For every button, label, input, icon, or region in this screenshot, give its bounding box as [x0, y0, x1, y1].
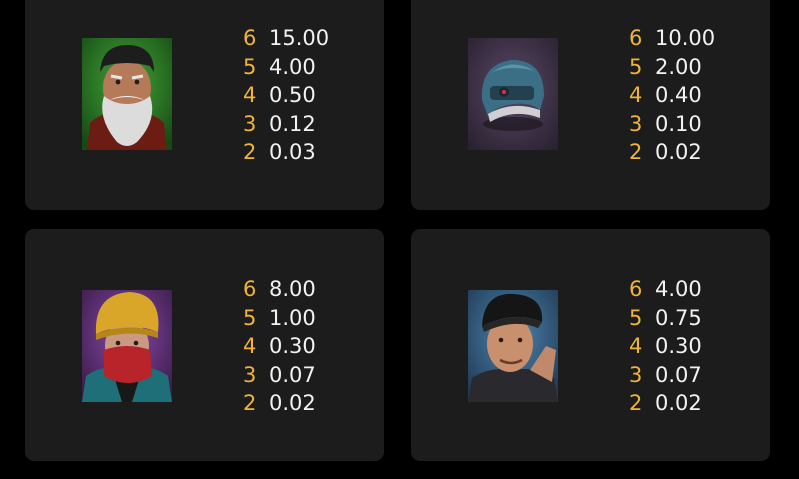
- symbol-count: 5: [629, 305, 643, 330]
- combat-helmet-icon: [468, 38, 558, 150]
- paytable-row: 3 0.07: [243, 361, 383, 390]
- symbol-count: 6: [629, 277, 643, 301]
- paytable-row: 6 8.00: [243, 275, 383, 304]
- paytable-row: 6 15.00: [243, 24, 383, 53]
- symbol-count: 2: [629, 140, 643, 164]
- paytable-row: 2 0.02: [629, 389, 769, 418]
- bearded-old-man-portrait-icon: [82, 38, 172, 150]
- paytable-row: 4 0.50: [243, 81, 383, 110]
- paytable: 6 8.00 5 1.00 4 0.30 3 0.07 2 0.02: [243, 275, 383, 418]
- symbol-count: 6: [629, 26, 643, 50]
- payout-value: 4.00: [269, 54, 316, 79]
- payout-value: 0.75: [655, 305, 702, 330]
- paytable-row: 5 0.75: [629, 304, 769, 333]
- symbol-count: 6: [243, 277, 257, 301]
- symbol-count: 2: [243, 391, 257, 415]
- symbol-count: 6: [243, 26, 257, 50]
- payout-value: 0.12: [269, 111, 316, 136]
- paytable-row: 5 4.00: [243, 53, 383, 82]
- symbol-count: 2: [629, 391, 643, 415]
- paytable-row: 4 0.30: [243, 332, 383, 361]
- paytable-row: 2 0.03: [243, 138, 383, 167]
- payout-value: 2.00: [655, 54, 702, 79]
- payout-value: 0.07: [269, 362, 316, 387]
- payout-value: 4.00: [655, 277, 702, 301]
- paytable-card-man-with-cap: 6 4.00 5 0.75 4 0.30 3 0.07 2 0.02: [411, 229, 770, 461]
- paytable-row: 3 0.07: [629, 361, 769, 390]
- payout-value: 0.10: [655, 111, 702, 136]
- symbol-count: 3: [243, 362, 257, 387]
- paytable-row: 3 0.10: [629, 110, 769, 139]
- symbol-count: 3: [243, 111, 257, 136]
- paytable-row: 5 2.00: [629, 53, 769, 82]
- paytable-row: 6 4.00: [629, 275, 769, 304]
- symbol-count: 4: [629, 83, 643, 107]
- symbol-count: 3: [629, 362, 643, 387]
- symbol-count: 5: [243, 54, 257, 79]
- payout-value: 0.02: [269, 391, 316, 415]
- payout-value: 1.00: [269, 305, 316, 330]
- paytable: 6 15.00 5 4.00 4 0.50 3 0.12 2 0.03: [243, 24, 383, 167]
- paytable-row: 4 0.30: [629, 332, 769, 361]
- paytable-card-masked-woman: 6 8.00 5 1.00 4 0.30 3 0.07 2 0.02: [25, 229, 384, 461]
- symbol-count: 4: [243, 83, 257, 107]
- payout-value: 8.00: [269, 277, 316, 301]
- paytable-row: 6 10.00: [629, 24, 769, 53]
- payout-value: 0.02: [655, 140, 702, 164]
- payout-value: 0.40: [655, 83, 702, 107]
- payout-value: 10.00: [655, 26, 716, 50]
- payout-value: 0.50: [269, 83, 316, 107]
- symbol-count: 5: [629, 54, 643, 79]
- man-black-cap-saluting-icon: [468, 290, 558, 402]
- payout-value: 0.30: [655, 334, 702, 358]
- payout-value: 15.00: [269, 26, 330, 50]
- paytable-card-bearded-man: 6 15.00 5 4.00 4 0.50 3 0.12 2 0.03: [25, 0, 384, 210]
- symbol-count: 3: [629, 111, 643, 136]
- paytable-row: 5 1.00: [243, 304, 383, 333]
- payout-value: 0.02: [655, 391, 702, 415]
- paytable-row: 2 0.02: [629, 138, 769, 167]
- paytable-row: 3 0.12: [243, 110, 383, 139]
- symbol-count: 2: [243, 140, 257, 164]
- payout-value: 0.30: [269, 334, 316, 358]
- payout-value: 0.03: [269, 140, 316, 164]
- payout-value: 0.07: [655, 362, 702, 387]
- paytable-row: 2 0.02: [243, 389, 383, 418]
- paytable: 6 4.00 5 0.75 4 0.30 3 0.07 2 0.02: [629, 275, 769, 418]
- paytable-row: 4 0.40: [629, 81, 769, 110]
- masked-woman-yellow-beanie-icon: [82, 290, 172, 402]
- paytable-card-helmet: 6 10.00 5 2.00 4 0.40 3 0.10 2 0.02: [411, 0, 770, 210]
- symbol-count: 4: [243, 334, 257, 358]
- paytable: 6 10.00 5 2.00 4 0.40 3 0.10 2 0.02: [629, 24, 769, 167]
- symbol-count: 5: [243, 305, 257, 330]
- symbol-count: 4: [629, 334, 643, 358]
